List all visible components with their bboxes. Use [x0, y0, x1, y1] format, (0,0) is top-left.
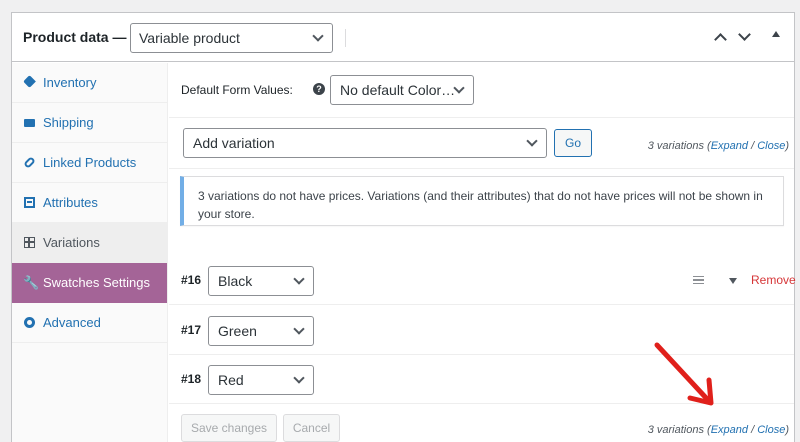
list-icon: [24, 197, 35, 208]
add-variation-value: Add variation: [193, 135, 275, 151]
product-type-select[interactable]: Variable product: [130, 23, 333, 53]
close-link[interactable]: Close: [757, 140, 785, 152]
missing-prices-notice: 3 variations do not have prices. Variati…: [180, 176, 784, 226]
close-link[interactable]: Close: [757, 424, 785, 436]
tab-label: Variations: [43, 235, 100, 250]
variations-panel: Default Form Values: ? No default Color……: [169, 63, 796, 442]
divider: [345, 29, 346, 47]
add-variation-select[interactable]: Add variation: [183, 128, 547, 158]
variation-row[interactable]: #16 Black Remove: [169, 256, 796, 305]
tag-icon: [23, 75, 36, 88]
panel-header: Product data — Variable product: [12, 13, 794, 62]
drag-handle-icon[interactable]: [693, 276, 704, 284]
default-color-value: No default Color…: [340, 82, 456, 98]
variation-number: #16: [181, 273, 202, 287]
tab-shipping[interactable]: Shipping: [12, 103, 167, 143]
count-text: 3 variations: [647, 424, 704, 436]
variation-color-value: Green: [218, 323, 257, 339]
tab-label: Shipping: [43, 115, 94, 130]
variations-footer: Save changes Cancel 3 variations (Expand…: [169, 404, 794, 442]
save-changes-button[interactable]: Save changes: [181, 414, 277, 442]
variation-color-select[interactable]: Green: [208, 316, 314, 346]
cancel-button[interactable]: Cancel: [283, 414, 340, 442]
variation-color-value: Red: [218, 372, 244, 388]
expand-link[interactable]: Expand: [711, 424, 748, 436]
chevron-down-icon: [312, 30, 324, 42]
tab-swatches-settings[interactable]: 🔧 Swatches Settings: [12, 263, 167, 303]
default-form-values-row: Default Form Values: ? No default Color…: [169, 63, 794, 118]
variations-toolbar: Add variation Go 3 variations (Expand / …: [169, 119, 794, 169]
chevron-down-icon: [526, 135, 538, 147]
default-form-label: Default Form Values:: [181, 83, 293, 97]
tab-inventory[interactable]: Inventory: [12, 63, 167, 103]
remove-link[interactable]: Remove: [751, 273, 796, 287]
tab-attributes[interactable]: Attributes: [12, 183, 167, 223]
tab-advanced[interactable]: Advanced: [12, 303, 167, 343]
variation-number: #17: [181, 323, 202, 337]
variation-row[interactable]: #17 Green: [169, 306, 794, 355]
tab-linked-products[interactable]: Linked Products: [12, 143, 167, 183]
tab-label: Advanced: [43, 315, 101, 330]
tab-label: Linked Products: [43, 155, 137, 170]
collapse-toggle-icon[interactable]: [772, 31, 780, 37]
gear-icon: [24, 317, 35, 328]
expand-caret-icon[interactable]: [729, 278, 737, 284]
variation-row[interactable]: #18 Red: [169, 355, 794, 404]
variation-color-select[interactable]: Black: [208, 266, 314, 296]
truck-icon: [24, 119, 35, 127]
product-data-panel: Product data — Variable product Inventor…: [11, 12, 796, 442]
panel-title: Product data —: [23, 29, 127, 45]
expand-link[interactable]: Expand: [711, 140, 748, 152]
tab-label: Swatches Settings: [43, 275, 150, 290]
grid-icon: [24, 237, 35, 248]
count-text: 3 variations: [647, 140, 704, 152]
tab-label: Inventory: [43, 75, 97, 90]
help-icon[interactable]: ?: [313, 83, 325, 95]
move-up-icon[interactable]: [714, 33, 727, 46]
variation-count-top: 3 variations (Expand / Close): [647, 140, 789, 152]
tab-label: Attributes: [43, 195, 98, 210]
move-down-icon[interactable]: [738, 28, 751, 41]
variation-count-bottom: 3 variations (Expand / Close): [647, 424, 789, 436]
variation-number: #18: [181, 372, 202, 386]
default-color-select[interactable]: No default Color…: [330, 75, 474, 105]
product-type-value: Variable product: [139, 30, 240, 46]
notice-text: 3 variations do not have prices. Variati…: [198, 189, 763, 221]
tab-variations[interactable]: Variations: [12, 223, 167, 263]
variation-color-value: Black: [218, 273, 253, 289]
wrench-icon: 🔧: [23, 275, 40, 290]
variation-color-select[interactable]: Red: [208, 365, 314, 395]
chevron-down-icon: [293, 323, 305, 335]
chevron-down-icon: [293, 273, 305, 285]
go-button[interactable]: Go: [554, 129, 592, 157]
product-data-tabs: Inventory Shipping Linked Products Attri…: [12, 63, 168, 442]
link-icon: [23, 156, 36, 169]
chevron-down-icon: [293, 372, 305, 384]
